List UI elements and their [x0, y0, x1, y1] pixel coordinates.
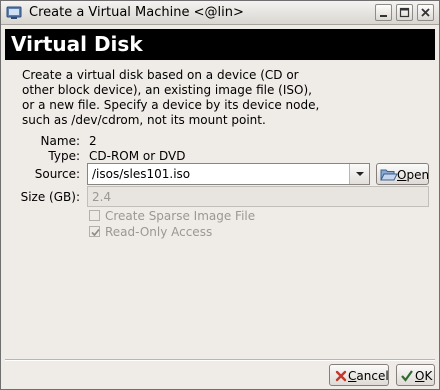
size-value: 2.4 — [92, 190, 112, 204]
title-bar[interactable]: Create a Virtual Machine <@lin> — [1, 1, 439, 25]
cancel-button[interactable]: Cancel — [329, 364, 389, 386]
name-label: Name: — [40, 134, 80, 148]
ok-button[interactable]: OK — [396, 364, 435, 386]
readonly-checkbox-label: Read-Only Access — [105, 225, 213, 239]
sparse-checkbox[interactable] — [89, 210, 100, 221]
close-button[interactable] — [417, 4, 434, 21]
folder-open-icon — [380, 169, 398, 181]
size-input[interactable]: 2.4 — [87, 186, 429, 207]
source-input[interactable]: /isos/sles101.iso — [92, 167, 190, 181]
page-header: Virtual Disk — [5, 29, 435, 60]
checkmark-icon — [91, 228, 100, 237]
readonly-checkbox-row[interactable]: Read-Only Access — [89, 225, 289, 239]
type-value: CD-ROM or DVD — [89, 149, 186, 163]
sparse-checkbox-row[interactable]: Create Sparse Image File — [89, 209, 289, 223]
page-title: Virtual Disk — [11, 32, 143, 56]
open-button[interactable]: Open — [376, 163, 429, 185]
chevron-down-icon — [356, 172, 364, 176]
cancel-x-icon — [335, 370, 347, 382]
ok-check-icon — [401, 370, 413, 382]
source-combobox[interactable]: /isos/sles101.iso — [87, 163, 370, 185]
maximize-icon — [399, 7, 410, 18]
app-icon[interactable] — [6, 5, 22, 21]
type-label: Type: — [48, 149, 80, 163]
dialog-window: Create a Virtual Machine <@lin> Virtual … — [0, 0, 440, 390]
maximize-button[interactable] — [396, 4, 413, 21]
minimize-button[interactable] — [375, 4, 392, 21]
minimize-icon — [380, 15, 387, 17]
description-text: Create a virtual disk based on a device … — [22, 68, 320, 127]
cancel-button-label: Cancel — [348, 369, 389, 383]
source-dropdown-button[interactable] — [349, 164, 369, 184]
name-value: 2 — [89, 134, 97, 148]
footer-separator — [5, 359, 435, 361]
window-title: Create a Virtual Machine <@lin> — [29, 5, 244, 20]
size-label: Size (GB): — [20, 190, 80, 204]
close-icon — [421, 8, 430, 17]
ok-button-label: OK — [415, 369, 433, 383]
source-label: Source: — [34, 167, 80, 181]
sparse-checkbox-label: Create Sparse Image File — [105, 209, 256, 223]
open-button-label: Open — [397, 168, 430, 182]
readonly-checkbox[interactable] — [89, 226, 100, 237]
